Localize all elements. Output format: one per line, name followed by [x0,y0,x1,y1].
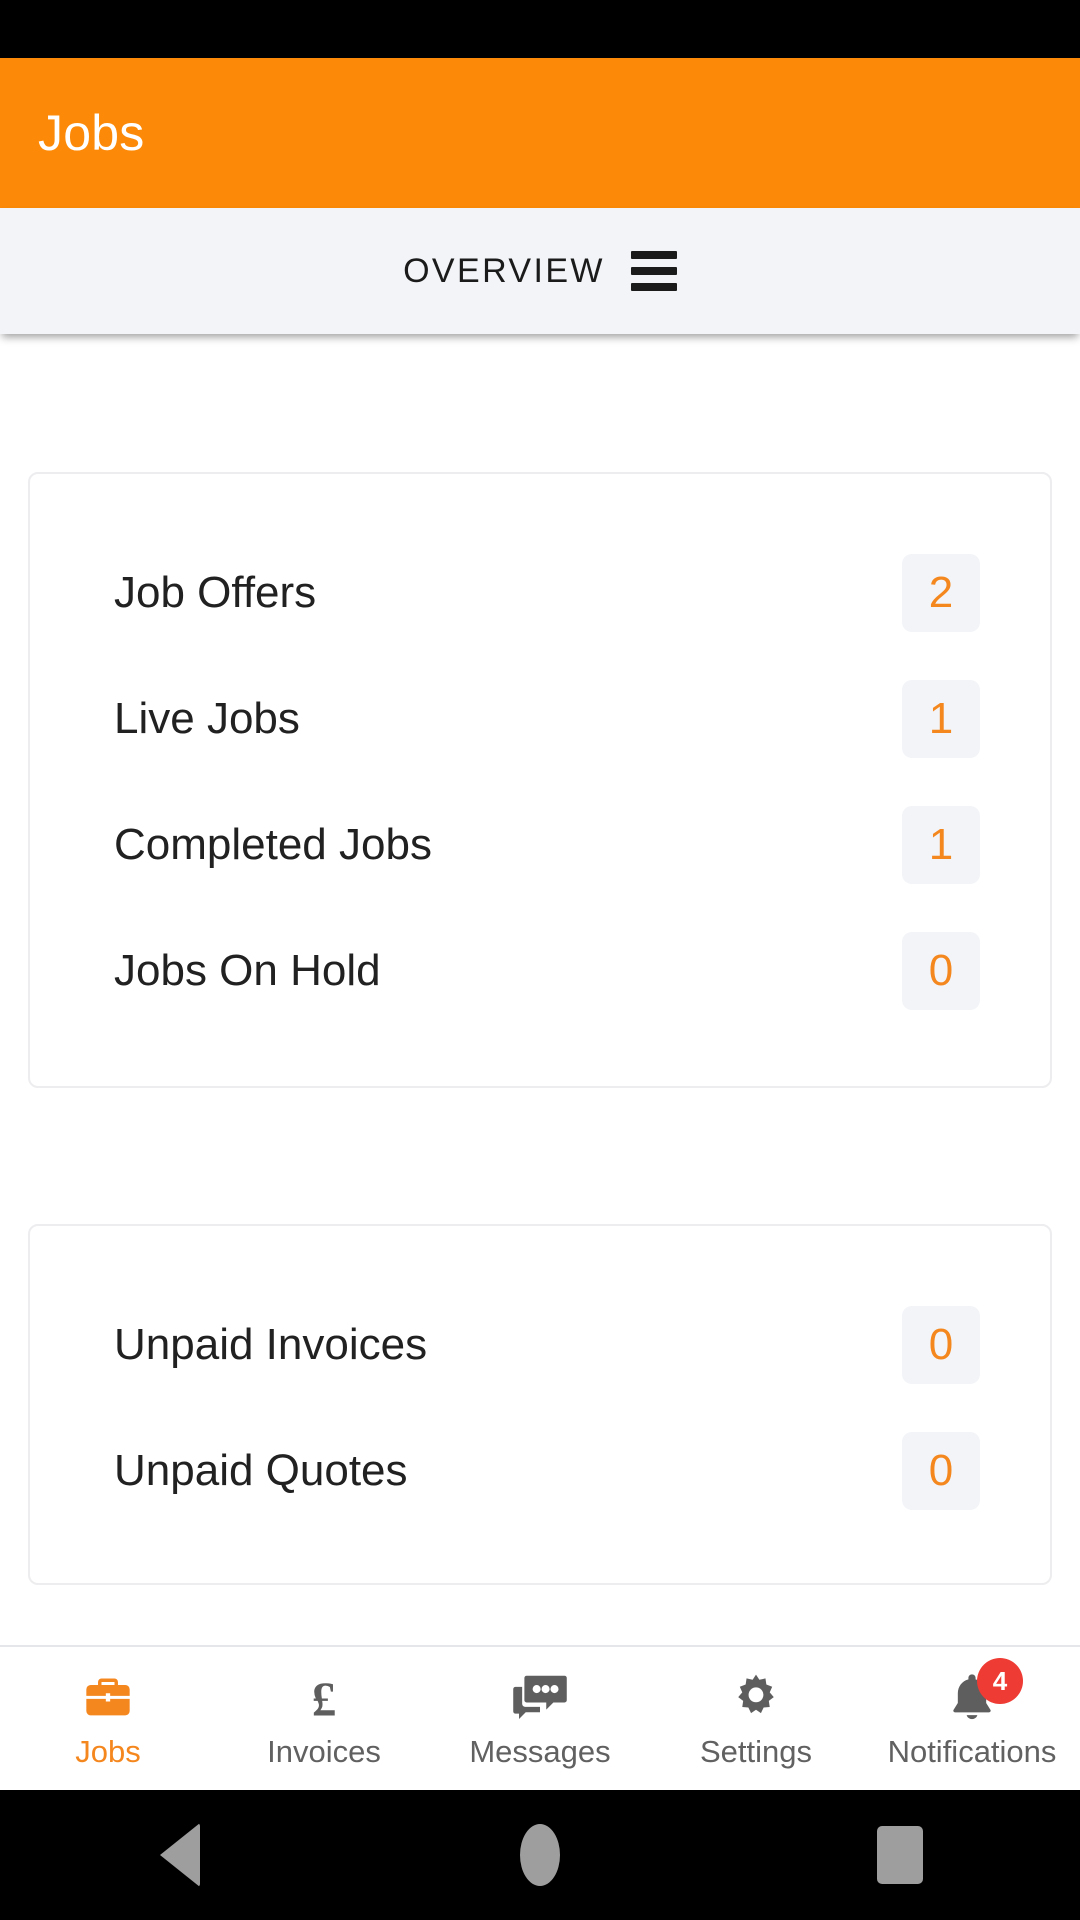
system-home-button[interactable] [360,1824,720,1886]
home-circle-icon [520,1824,560,1886]
app-bar: Jobs [0,58,1080,208]
notification-count-badge: 4 [977,1658,1023,1704]
overview-content: Job Offers 2 Live Jobs 1 Completed Jobs … [0,334,1080,1645]
stat-row-unpaid-invoices[interactable]: Unpaid Invoices 0 [30,1282,1050,1408]
briefcase-icon [80,1670,136,1726]
nav-label: Invoices [267,1734,381,1769]
page-title: Jobs [38,105,145,161]
chat-icon [511,1670,569,1726]
nav-label: Messages [469,1734,611,1769]
stat-label: Job Offers [114,568,317,617]
billing-summary-card: Unpaid Invoices 0 Unpaid Quotes 0 [28,1224,1052,1585]
status-bar [0,0,1080,58]
back-triangle-icon [160,1823,200,1887]
stat-row-jobs-on-hold[interactable]: Jobs On Hold 0 [30,908,1050,1034]
stat-badge: 0 [902,932,980,1010]
stat-label: Live Jobs [114,694,300,743]
hamburger-bar [630,251,677,259]
android-system-nav [0,1790,1080,1920]
system-back-button[interactable] [0,1823,360,1887]
recents-square-icon [877,1826,923,1884]
gear-icon [729,1670,783,1726]
nav-label: Jobs [75,1734,141,1769]
tab-overview-label[interactable]: OVERVIEW [403,252,605,291]
stat-label: Unpaid Invoices [114,1320,428,1369]
hamburger-icon[interactable] [630,251,677,291]
nav-item-invoices[interactable]: £ Invoices [216,1647,432,1790]
hamburger-bar [630,283,677,291]
stat-row-live-jobs[interactable]: Live Jobs 1 [30,656,1050,782]
nav-item-settings[interactable]: Settings [648,1647,864,1790]
jobs-summary-card: Job Offers 2 Live Jobs 1 Completed Jobs … [28,472,1052,1088]
system-recents-button[interactable] [720,1826,1080,1884]
nav-item-messages[interactable]: Messages [432,1647,648,1790]
pound-icon: £ [296,1670,352,1727]
stat-row-unpaid-quotes[interactable]: Unpaid Quotes 0 [30,1408,1050,1534]
stat-label: Completed Jobs [114,820,432,869]
overview-tab-bar[interactable]: OVERVIEW [0,208,1080,334]
stat-label: Jobs On Hold [114,946,381,995]
stat-badge: 0 [902,1306,980,1384]
nav-label: Settings [699,1734,812,1769]
app-root: Jobs OVERVIEW Job Offers 2 Live Jobs 1 C… [0,0,1080,1920]
stat-row-completed-jobs[interactable]: Completed Jobs 1 [30,782,1050,908]
nav-label: Notifications [887,1734,1057,1769]
svg-text:£: £ [312,1672,337,1727]
hamburger-bar [630,267,677,275]
stat-badge: 0 [902,1432,980,1510]
nav-item-notifications[interactable]: 4 Notifications [864,1647,1080,1790]
stat-badge: 1 [902,806,980,884]
stat-row-job-offers[interactable]: Job Offers 2 [30,530,1050,656]
stat-badge: 1 [902,680,980,758]
nav-item-jobs[interactable]: Jobs [0,1647,216,1790]
bottom-navigation: Jobs £ Invoices Messages Settings 4 Noti… [0,1645,1080,1790]
overview-tab-inner: OVERVIEW [403,251,677,291]
stat-label: Unpaid Quotes [114,1446,408,1495]
bell-icon: 4 [947,1658,1023,1726]
stat-badge: 2 [902,554,980,632]
